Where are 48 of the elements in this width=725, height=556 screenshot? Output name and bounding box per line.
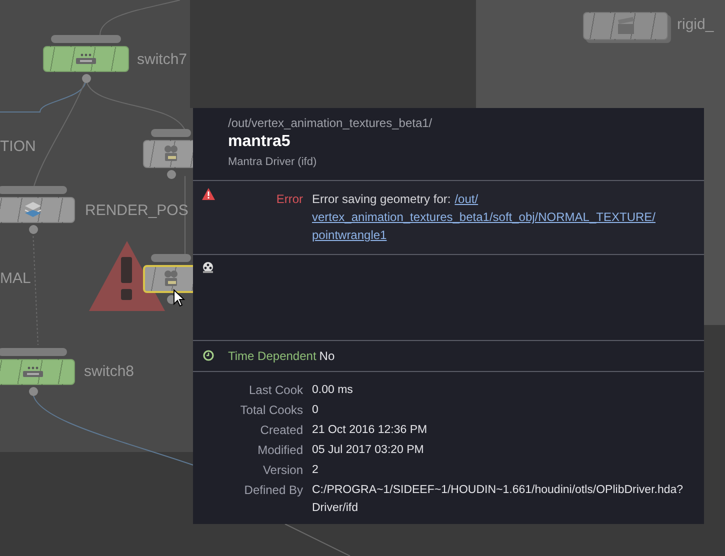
layers-icon	[24, 201, 42, 219]
node-path-link[interactable]: vertex_animation_textures_beta1/soft_obj/NORMAL_TEXTURE/	[312, 208, 656, 226]
stat-value: 2	[312, 463, 320, 478]
time-dependent-label: Time Dependent	[228, 348, 316, 365]
stat-value: 0.00 ms	[312, 383, 354, 398]
mouse-cursor-icon	[173, 289, 185, 308]
switch-icon	[75, 53, 97, 65]
output-connector	[28, 387, 38, 396]
node-path: /out/vertex_animation_textures_beta1/	[228, 116, 432, 131]
stat-value: 21 Oct 2016 12:36 PM	[312, 423, 428, 438]
warning-icon	[202, 188, 215, 200]
node-flag-bar	[0, 186, 67, 194]
camera-icon	[163, 270, 179, 288]
node-flag-bar	[151, 129, 191, 137]
stat-label: Defined By	[243, 482, 303, 499]
wire	[284, 524, 350, 556]
output-connector	[28, 225, 38, 234]
error-label: Error	[275, 191, 303, 208]
node-flag-bar	[51, 35, 121, 43]
time-dependent-value: No	[319, 348, 335, 365]
node-path-link[interactable]: pointwrangle1	[312, 226, 387, 244]
node-path-link[interactable]: /out/	[454, 190, 478, 208]
stat-label: Total Cooks	[239, 402, 303, 419]
output-connector	[82, 74, 91, 83]
switch-icon	[22, 366, 44, 378]
stat-value: C:/PROGRA~1/SIDEEF~1/HOUDIN~1.661/houdini/otls/OPlibDriver.hda? Driver/ifd	[312, 483, 684, 516]
node-label: TION	[0, 137, 36, 157]
stat-value: 05 Jul 2017 03:20 PM	[312, 443, 425, 458]
stat-label: Created	[259, 422, 303, 439]
error-message: Error saving geometry for:	[312, 191, 451, 208]
node-label: rigid_	[677, 15, 714, 35]
render-reel-icon	[202, 262, 214, 274]
node-label: RENDER_POS	[85, 201, 188, 221]
node-flag-bar	[0, 348, 67, 356]
node-label: MAL	[0, 269, 31, 289]
stat-label: Version	[262, 462, 303, 479]
stat-label: Modified	[256, 442, 303, 459]
camera-icon	[163, 145, 179, 163]
stat-value: 0	[312, 403, 320, 418]
node-name: mantra5	[228, 132, 290, 152]
output-connector	[167, 170, 176, 179]
node-label: switch7	[137, 50, 188, 70]
clapperboard-icon	[616, 17, 636, 35]
stat-label: Last Cook	[248, 382, 303, 399]
clock-icon	[203, 350, 214, 361]
node-flag-bar	[151, 254, 191, 262]
node-type: Mantra Driver (ifd)	[228, 155, 317, 170]
node-label: switch8	[84, 362, 134, 382]
